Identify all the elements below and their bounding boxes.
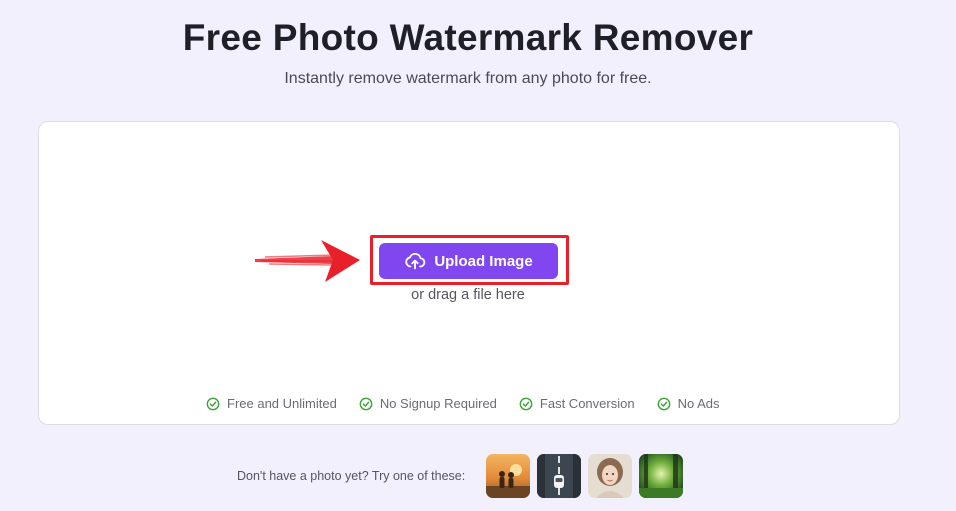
check-circle-icon xyxy=(206,397,220,410)
feature-label: Free and Unlimited xyxy=(227,396,337,411)
feature-label: No Ads xyxy=(677,396,720,411)
sample-thumbnail-woman-portrait[interactable] xyxy=(588,454,633,498)
red-arrow-annotation xyxy=(255,240,360,282)
page-subtitle: Instantly remove watermark from any phot… xyxy=(284,70,652,87)
sample-thumbnail-forest-light[interactable] xyxy=(639,454,684,498)
feature-list: Free and Unlimited No Signup Required Fa… xyxy=(206,396,719,411)
check-circle-icon xyxy=(657,397,670,410)
feature-label: Fast Conversion xyxy=(539,396,635,411)
feature-label: No Signup Required xyxy=(379,396,497,411)
check-circle-icon xyxy=(519,397,533,410)
sample-thumbnail-road-car[interactable] xyxy=(537,454,582,498)
feature-item: No Ads xyxy=(657,396,720,411)
page-title: Free Photo Watermark Remover xyxy=(182,17,754,58)
sample-photos-row: Don't have a photo yet? Try one of these… xyxy=(237,454,690,498)
check-circle-icon xyxy=(359,397,373,410)
drag-hint: or drag a file here xyxy=(411,287,525,303)
feature-item: Fast Conversion xyxy=(519,396,635,411)
upload-image-button[interactable]: Upload Image xyxy=(379,243,558,279)
sample-thumbnail-sunset-couple[interactable] xyxy=(486,454,531,498)
upload-button-label: Upload Image xyxy=(434,252,533,270)
feature-item: Free and Unlimited xyxy=(206,396,337,411)
cloud-upload-icon xyxy=(405,252,426,270)
feature-item: No Signup Required xyxy=(359,396,497,411)
sample-prompt: Don't have a photo yet? Try one of these… xyxy=(237,469,466,483)
